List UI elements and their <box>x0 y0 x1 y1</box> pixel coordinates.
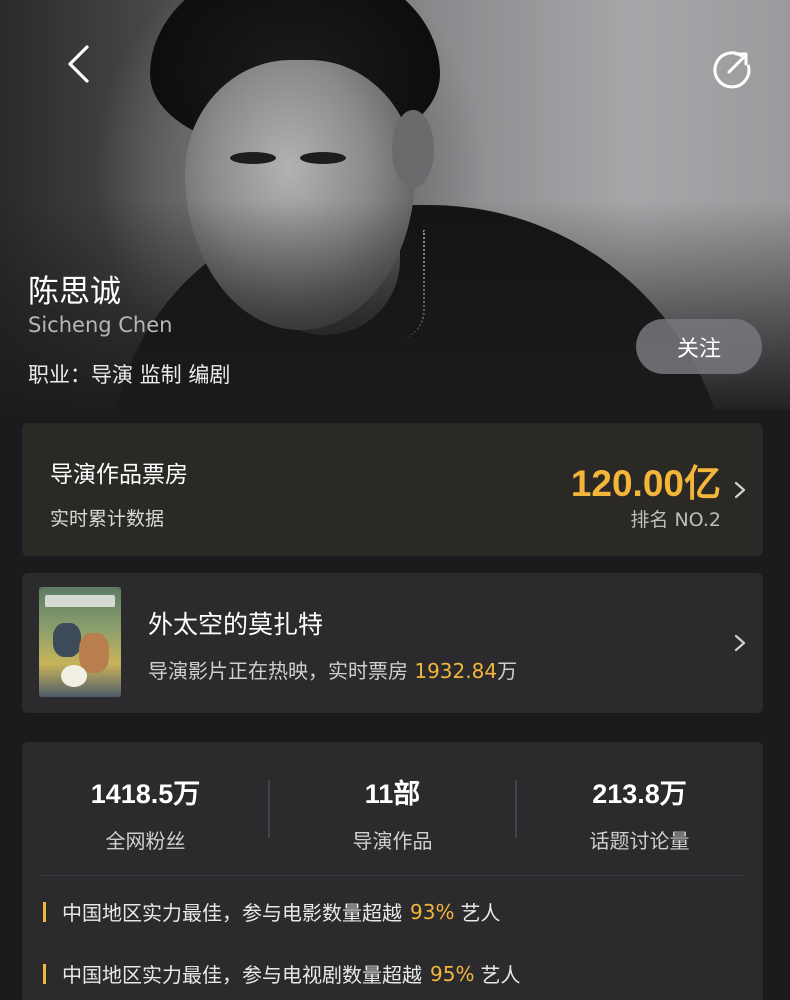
follow-button[interactable]: 关注 <box>636 319 762 374</box>
share-icon <box>713 51 751 89</box>
stat-value: 213.8万 <box>592 779 687 809</box>
profile-name-english: Sicheng Chen <box>28 313 173 337</box>
box-office-card[interactable]: 导演作品票房 实时累计数据 120.00亿 排名 NO.2 <box>22 423 763 556</box>
box-office-amount: 120.00亿 <box>570 463 721 504</box>
achievement-suffix: 艺人 <box>480 963 521 987</box>
achievement-percent: 93% <box>410 899 455 924</box>
achievement-text: 中国地区实力最佳，参与电视剧数量超越 <box>62 963 422 987</box>
movie-description-text: 导演影片正在热映，实时票房 <box>148 659 408 683</box>
box-office-rank: 排名 NO.2 <box>630 509 721 531</box>
profile-occupation: 职业：导演 监制 编剧 <box>28 359 230 389</box>
hero-photo-eye <box>230 152 276 164</box>
now-showing-card[interactable]: 外太空的莫扎特 导演影片正在热映，实时票房 1932.84万 <box>22 573 763 713</box>
chevron-right-icon <box>734 634 746 652</box>
stats-card: 1418.5万 全网粉丝 11部 导演作品 213.8万 话题讨论量 中国地区实… <box>22 742 763 1000</box>
back-button[interactable] <box>56 42 100 86</box>
accent-bar <box>43 963 46 984</box>
stat-works[interactable]: 11部 导演作品 <box>269 772 516 854</box>
accent-bar <box>43 901 46 922</box>
stat-label: 话题讨论量 <box>589 829 690 853</box>
movie-live-box-office: 1932.84 <box>414 659 498 683</box>
achievement-suffix: 艺人 <box>460 901 501 925</box>
stat-value: 1418.5万 <box>90 779 201 809</box>
box-office-title: 导演作品票房 <box>50 462 188 488</box>
divider <box>42 875 743 876</box>
box-office-subtitle: 实时累计数据 <box>50 508 165 530</box>
achievement-percent: 95% <box>430 961 475 986</box>
movie-poster <box>39 587 121 697</box>
movie-description: 导演影片正在热映，实时票房 1932.84万 <box>148 655 517 684</box>
achievement-item: 中国地区实力最佳，参与电视剧数量超越 95% 艺人 <box>43 959 520 988</box>
profile-name: 陈思诚 <box>28 274 121 310</box>
movie-box-office-unit: 万 <box>497 659 518 683</box>
hero-photo-eye <box>300 152 346 164</box>
achievement-text: 中国地区实力最佳，参与电影数量超越 <box>62 901 402 925</box>
movie-title: 外太空的莫扎特 <box>148 610 324 639</box>
stat-label: 全网粉丝 <box>105 829 186 853</box>
occupation-value: 导演 监制 编剧 <box>91 363 231 387</box>
occupation-label: 职业： <box>28 363 91 387</box>
stat-discussion[interactable]: 213.8万 话题讨论量 <box>516 772 763 854</box>
achievement-item: 中国地区实力最佳，参与电影数量超越 93% 艺人 <box>43 897 500 926</box>
hero-photo-ear <box>392 110 434 188</box>
chevron-right-icon <box>734 481 746 499</box>
chevron-left-icon <box>68 45 89 83</box>
stat-label: 导演作品 <box>352 829 433 853</box>
stat-value: 11部 <box>364 779 421 809</box>
stat-fans[interactable]: 1418.5万 全网粉丝 <box>22 772 269 854</box>
share-button[interactable] <box>706 42 758 94</box>
